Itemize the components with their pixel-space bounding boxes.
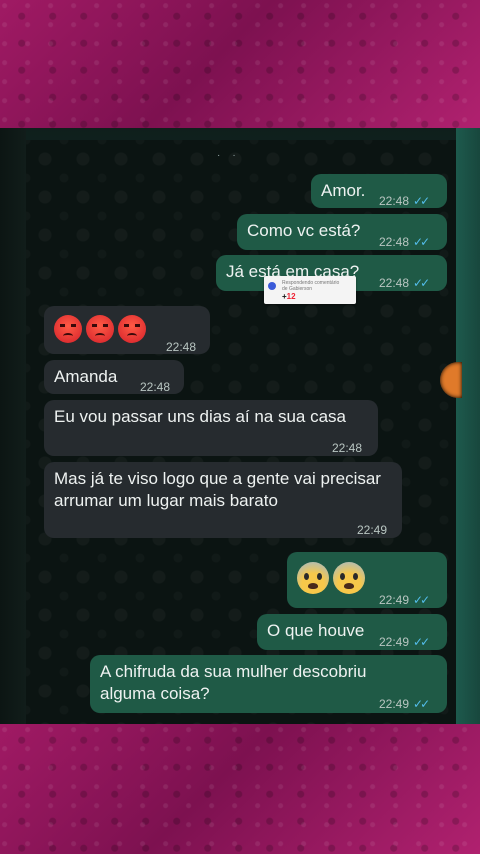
message-text: O que houve <box>267 621 365 640</box>
frame-left-edge <box>0 128 26 724</box>
fearful-face-emoji <box>333 562 365 594</box>
avatar-icon <box>268 282 276 290</box>
message-time: 22:49 <box>379 593 410 607</box>
message-text: Como vc está? <box>247 221 361 240</box>
angry-face-emoji <box>54 315 82 343</box>
read-ticks-icon: ✓✓ <box>413 593 430 607</box>
comment-reply-sticker: Respondendo comentário de Gabierson +12 <box>264 276 356 304</box>
message-meta: 22:48 ✓✓ <box>379 231 430 253</box>
message-meta: 22:49 ✓✓ <box>379 693 430 715</box>
read-ticks-icon: ✓✓ <box>413 635 430 649</box>
message-time: 22:48 <box>379 235 410 249</box>
message-bubble-outgoing[interactable]: Amor. 22:48 ✓✓ <box>311 174 447 208</box>
message-meta: 22:48 ✓✓ <box>379 190 430 212</box>
read-ticks-icon: ✓✓ <box>413 194 430 208</box>
message-meta: 22:49 ✓✓ <box>379 589 430 611</box>
message-bubble-outgoing[interactable]: O que houve 22:49 ✓✓ <box>257 614 447 650</box>
fearful-face-emoji <box>297 562 329 594</box>
sticker-count: 12 <box>286 292 296 301</box>
read-ticks-icon: ✓✓ <box>413 276 430 290</box>
message-text: Eu vou passar uns dias aí na sua casa <box>54 407 347 426</box>
message-text: A chifruda da sua mulher descobriu algum… <box>100 662 367 703</box>
message-meta: 22:48 ✓✓ <box>379 272 430 294</box>
angry-face-emoji <box>118 315 146 343</box>
message-bubble-incoming[interactable]: 22:48 <box>44 306 210 354</box>
message-bubble-incoming[interactable]: Amanda 22:48 <box>44 360 184 394</box>
read-ticks-icon: ✓✓ <box>413 235 430 249</box>
message-time: 22:49 <box>357 523 388 537</box>
read-ticks-icon: ✓✓ <box>413 697 430 711</box>
message-meta: 22:49 ✓✓ <box>379 631 430 653</box>
message-time: 22:49 <box>379 697 410 711</box>
message-bubble-outgoing[interactable]: 22:49 ✓✓ <box>287 552 447 608</box>
message-text: Mas já te viso logo que a gente vai prec… <box>54 469 381 510</box>
angry-face-emoji <box>86 315 114 343</box>
message-time: 22:49 <box>379 635 410 649</box>
top-background-band <box>0 0 480 128</box>
message-text: Amanda <box>54 367 118 386</box>
message-time: 22:48 <box>166 340 197 354</box>
message-time: 22:48 <box>379 194 410 208</box>
message-time: 22:48 <box>332 441 363 455</box>
message-bubble-outgoing[interactable]: Como vc está? 22:48 ✓✓ <box>237 214 447 250</box>
bottom-background-band <box>0 724 480 854</box>
message-text: Amor. <box>321 181 366 200</box>
message-bubble-outgoing[interactable]: A chifruda da sua mulher descobriu algum… <box>90 655 447 713</box>
message-time: 22:48 <box>140 380 171 394</box>
message-bubble-incoming[interactable]: Eu vou passar uns dias aí na sua casa 22… <box>44 400 378 456</box>
message-bubble-incoming[interactable]: Mas já te viso logo que a gente vai prec… <box>44 462 402 538</box>
message-time: 22:48 <box>379 276 410 290</box>
frame-right-edge <box>456 128 480 724</box>
status-dots: ·· <box>217 150 248 161</box>
